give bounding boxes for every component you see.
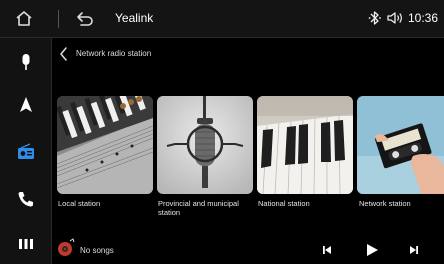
card-national-station[interactable] [257,96,353,194]
hand-cassette-image [357,96,444,194]
navigation-arrow-icon[interactable] [16,95,36,115]
radio-icon[interactable] [16,142,36,162]
now-playing-bar: No songs [52,234,444,264]
next-icon[interactable] [407,243,421,257]
music-disc-icon[interactable] [56,238,76,258]
apps-grid-icon[interactable] [16,234,36,254]
previous-icon[interactable] [320,243,334,257]
piano-keys-image [257,96,353,194]
status-bar: Yealink 10:36 [0,0,444,38]
home-icon[interactable] [14,9,34,29]
card-label: Network station [359,199,411,208]
card-local-station[interactable] [57,96,153,194]
status-right: 10:36 [368,10,438,26]
play-icon[interactable] [364,242,380,258]
page-title: Network radio station [76,49,152,58]
now-playing-text: No songs [80,246,114,255]
app-name: Yealink [115,11,154,25]
volume-icon [387,12,402,24]
card-label: Provincial and municipal station [158,199,239,217]
microphone-icon[interactable] [16,52,36,72]
guitar-sheet-music-image [57,96,153,194]
page-back-icon[interactable] [56,44,72,64]
clock: 10:36 [407,11,438,25]
card-label: Local station [58,199,101,208]
sidebar [0,38,52,264]
status-divider [58,10,59,28]
bluetooth-icon [368,11,381,25]
card-network-station[interactable] [357,96,444,194]
card-label: National station [258,199,310,208]
card-provincial-station[interactable] [157,96,253,194]
back-icon[interactable] [75,10,95,28]
studio-microphone-image [157,96,253,194]
phone-icon[interactable] [16,189,36,209]
